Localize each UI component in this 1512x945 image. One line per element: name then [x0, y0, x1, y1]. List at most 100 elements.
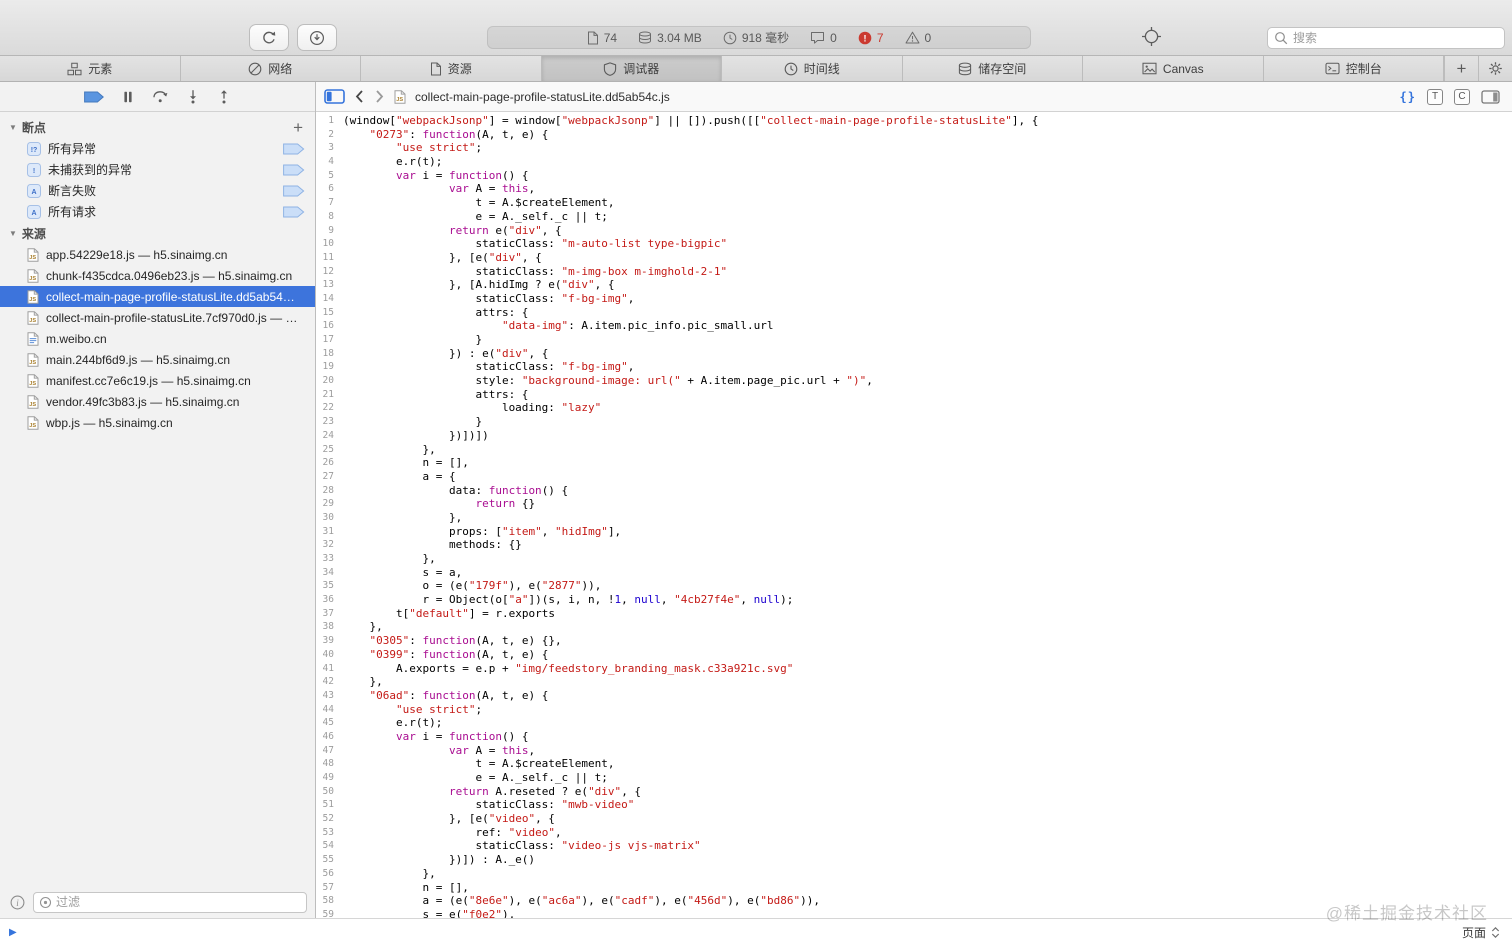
- code-editor[interactable]: 1 (window["webpackJsonp"] = window["webpa…: [316, 112, 1512, 918]
- breakpoint-item[interactable]: ! 未捕获到的异常: [0, 159, 315, 180]
- line-number[interactable]: 4: [316, 155, 343, 169]
- element-picker-button[interactable]: [1141, 26, 1162, 47]
- type-profiler-button[interactable]: T: [1427, 88, 1443, 105]
- line-number[interactable]: 36: [316, 593, 343, 607]
- line-number[interactable]: 31: [316, 525, 343, 539]
- step-into-button[interactable]: [186, 89, 200, 104]
- line-number[interactable]: 6: [316, 182, 343, 196]
- tab-debugger[interactable]: 调试器: [541, 56, 722, 81]
- line-number[interactable]: 16: [316, 319, 343, 333]
- line-number[interactable]: 9: [316, 224, 343, 238]
- source-item[interactable]: JS app.54229e18.js — h5.sinaimg.cn: [0, 244, 315, 265]
- line-number[interactable]: 59: [316, 908, 343, 918]
- source-item[interactable]: JS collect-main-profile-statusLite.7cf970…: [0, 307, 315, 328]
- filter-field[interactable]: [33, 891, 307, 913]
- line-number[interactable]: 15: [316, 306, 343, 320]
- line-number[interactable]: 43: [316, 689, 343, 703]
- quick-console-selector[interactable]: 页面: [1462, 924, 1500, 941]
- line-number[interactable]: 17: [316, 333, 343, 347]
- line-number[interactable]: 23: [316, 415, 343, 429]
- line-number[interactable]: 45: [316, 716, 343, 730]
- breakpoint-tag-icon[interactable]: [283, 206, 305, 218]
- source-item[interactable]: JS manifest.cc7e6c19.js — h5.sinaimg.cn: [0, 370, 315, 391]
- line-number[interactable]: 25: [316, 443, 343, 457]
- line-number[interactable]: 52: [316, 812, 343, 826]
- line-number[interactable]: 14: [316, 292, 343, 306]
- breakpoint-tag-icon[interactable]: [283, 164, 305, 176]
- line-number[interactable]: 50: [316, 785, 343, 799]
- line-number[interactable]: 38: [316, 620, 343, 634]
- line-number[interactable]: 46: [316, 730, 343, 744]
- stat-console-errors[interactable]: ! 7: [858, 31, 884, 45]
- info-icon[interactable]: i: [10, 895, 25, 910]
- line-number[interactable]: 19: [316, 360, 343, 374]
- filter-input[interactable]: [56, 895, 301, 909]
- back-button[interactable]: [354, 89, 365, 104]
- line-number[interactable]: 24: [316, 429, 343, 443]
- breakpoints-section-header[interactable]: ▼ 断点 +: [0, 116, 315, 138]
- line-number[interactable]: 26: [316, 456, 343, 470]
- line-number[interactable]: 7: [316, 196, 343, 210]
- tab-network[interactable]: 网络: [181, 56, 361, 81]
- settings-button[interactable]: [1478, 56, 1512, 81]
- toggle-sidebar-button[interactable]: [324, 89, 345, 104]
- toggle-right-sidebar-button[interactable]: [1481, 89, 1500, 104]
- line-number[interactable]: 20: [316, 374, 343, 388]
- line-number[interactable]: 5: [316, 169, 343, 183]
- reload-page-button[interactable]: [249, 24, 289, 51]
- tab-console[interactable]: 控制台: [1264, 56, 1444, 81]
- line-number[interactable]: 1: [316, 114, 343, 128]
- line-number[interactable]: 13: [316, 278, 343, 292]
- line-number[interactable]: 27: [316, 470, 343, 484]
- line-number[interactable]: 28: [316, 484, 343, 498]
- line-number[interactable]: 10: [316, 237, 343, 251]
- line-number[interactable]: 34: [316, 566, 343, 580]
- line-number[interactable]: 12: [316, 265, 343, 279]
- breakpoint-item[interactable]: A 所有请求: [0, 201, 315, 222]
- breakpoint-tag-icon[interactable]: [283, 185, 305, 197]
- breakpoint-tag-icon[interactable]: [283, 143, 305, 155]
- source-item[interactable]: JS vendor.49fc3b83.js — h5.sinaimg.cn: [0, 391, 315, 412]
- tab-timelines[interactable]: 时间线: [722, 56, 903, 81]
- source-item[interactable]: JS collect-main-page-profile-statusLite.d…: [0, 286, 315, 307]
- line-number[interactable]: 21: [316, 388, 343, 402]
- export-button[interactable]: [297, 24, 337, 51]
- source-item[interactable]: JS main.244bf6d9.js — h5.sinaimg.cn: [0, 349, 315, 370]
- line-number[interactable]: 32: [316, 538, 343, 552]
- tab-resources[interactable]: 资源: [361, 56, 542, 81]
- breakpoints-toggle-button[interactable]: [84, 91, 104, 103]
- line-number[interactable]: 2: [316, 128, 343, 142]
- line-number[interactable]: 58: [316, 894, 343, 908]
- line-number[interactable]: 33: [316, 552, 343, 566]
- line-number[interactable]: 37: [316, 607, 343, 621]
- breakpoint-item[interactable]: A 断言失败: [0, 180, 315, 201]
- line-number[interactable]: 49: [316, 771, 343, 785]
- search-field[interactable]: [1267, 27, 1505, 49]
- line-number[interactable]: 39: [316, 634, 343, 648]
- source-item[interactable]: JS wbp.js — h5.sinaimg.cn: [0, 412, 315, 433]
- line-number[interactable]: 41: [316, 662, 343, 676]
- line-number[interactable]: 42: [316, 675, 343, 689]
- line-number[interactable]: 44: [316, 703, 343, 717]
- forward-button[interactable]: [374, 89, 385, 104]
- line-number[interactable]: 53: [316, 826, 343, 840]
- line-number[interactable]: 48: [316, 757, 343, 771]
- tab-storage[interactable]: 储存空间: [903, 56, 1083, 81]
- new-tab-button[interactable]: +: [1444, 56, 1478, 81]
- line-number[interactable]: 40: [316, 648, 343, 662]
- line-number[interactable]: 35: [316, 579, 343, 593]
- line-number[interactable]: 56: [316, 867, 343, 881]
- line-number[interactable]: 11: [316, 251, 343, 265]
- sources-section-header[interactable]: ▼ 来源: [0, 222, 315, 244]
- line-number[interactable]: 51: [316, 798, 343, 812]
- line-number[interactable]: 55: [316, 853, 343, 867]
- source-item[interactable]: JS chunk-f435cdca.0496eb23.js — h5.sinaim…: [0, 265, 315, 286]
- tab-elements[interactable]: 元素: [0, 56, 181, 81]
- source-item[interactable]: m.weibo.cn: [0, 328, 315, 349]
- search-input[interactable]: [1293, 31, 1498, 45]
- step-out-button[interactable]: [217, 89, 231, 104]
- line-number[interactable]: 18: [316, 347, 343, 361]
- line-number[interactable]: 3: [316, 141, 343, 155]
- line-number[interactable]: 47: [316, 744, 343, 758]
- line-number[interactable]: 8: [316, 210, 343, 224]
